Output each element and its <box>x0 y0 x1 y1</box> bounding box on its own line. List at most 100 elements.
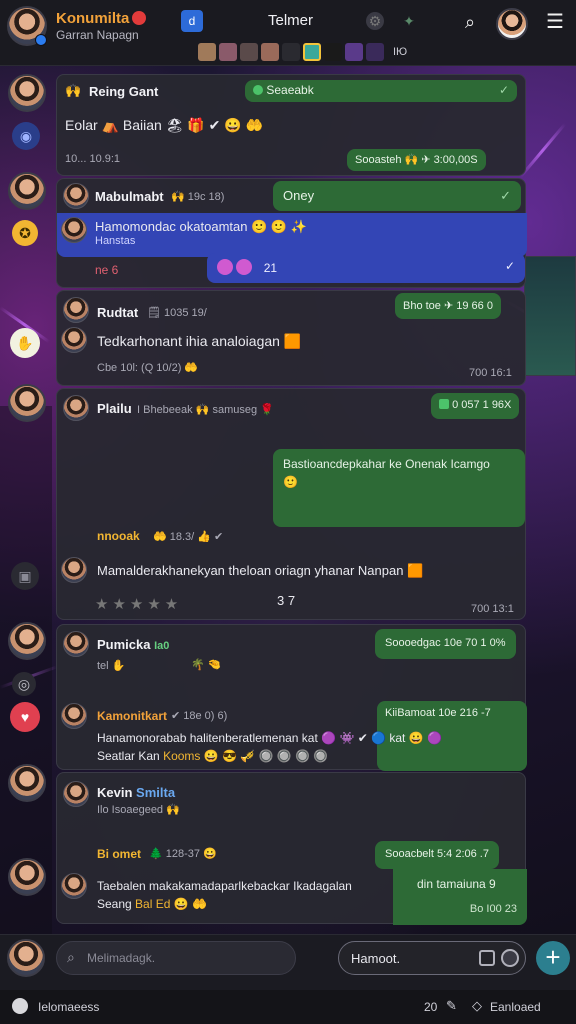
notification-badge-icon <box>132 11 147 25</box>
message-time: 700 16:1 <box>469 367 512 379</box>
reaction-bar[interactable]: 21 ✓ <box>207 253 525 283</box>
message-subtext: tel ✋ <box>97 660 126 672</box>
tag-dot-icon <box>253 85 263 95</box>
author-avatar <box>61 217 87 243</box>
message-emoji-line: 🌴 🤏 <box>191 659 222 671</box>
author-avatar <box>61 557 87 583</box>
search-placeholder: Melimadagk. <box>87 951 156 965</box>
app-subtitle: Garran Napagn <box>56 28 139 42</box>
add-button[interactable]: + <box>536 941 570 975</box>
message-text: Hanamonorabab halitenberatlemenan kat 🟣 … <box>97 731 442 745</box>
story-thumb[interactable] <box>303 43 321 61</box>
footer-label: Ielomaeess <box>38 1000 100 1014</box>
settings-icon[interactable]: ⚙ <box>366 12 384 30</box>
message-meta: 🗒 1035 19/ <box>147 307 207 319</box>
rail-image-icon[interactable]: ▣ <box>11 562 39 590</box>
sticker-icon[interactable] <box>501 949 519 967</box>
author-avatar <box>63 297 89 323</box>
stories-strip: IЮ <box>198 42 407 62</box>
message-card[interactable]: 🙌 Reing Gant Seaeabk ✓ Eolar ⛺ Baiian 🏖 … <box>56 74 526 176</box>
rail-heart-icon[interactable]: ♥ <box>10 702 40 732</box>
message-time: 10... 10.9:1 <box>65 153 121 165</box>
message-card[interactable]: Pumicka Ia0 tel ✋ 🌴 🤏 Soooedgac 10e 70 1… <box>56 624 527 771</box>
status-bubble: 0 057 1 96X <box>431 393 520 419</box>
check-icon: ✓ <box>500 188 511 203</box>
reply-bubble: Oney ✓ <box>273 181 521 211</box>
message-author: Plailu <box>97 401 132 416</box>
message-author: nnooak <box>97 529 140 543</box>
author-avatar <box>63 395 89 421</box>
message-meta: 🤲 18.3/ 👍 ✔ <box>153 531 224 543</box>
message-text: Seatlar Kan Kooms 😀 😎 🎺 🔘 🔘 🔘 🔘 <box>97 749 329 763</box>
composer-avatar[interactable] <box>7 939 45 977</box>
search-input[interactable]: ⌕ Melimadagk. <box>56 941 296 975</box>
message-input[interactable]: Hamoot. <box>338 941 526 975</box>
search-icon[interactable]: ⌕ <box>458 10 482 34</box>
message-card[interactable]: Rudtat 🗒 1035 19/ Bho toe ✈ 19 66 0 Tedk… <box>56 290 526 386</box>
diamond-icon: ◇ <box>472 998 482 1013</box>
story-thumb[interactable] <box>219 43 237 61</box>
rating-stars[interactable]: ★★★★★ <box>95 595 182 613</box>
rail-avatar[interactable] <box>8 858 46 896</box>
status-bubble: Sooacbelt 5:4 2:06 .7 <box>375 841 499 869</box>
app-icon <box>12 998 28 1014</box>
rail-badge-icon[interactable]: ◉ <box>12 122 40 150</box>
status-bubble: Sooasteh 🙌 ✈ 3:00,00S <box>347 149 486 171</box>
page-title: Telmer <box>268 12 314 29</box>
rail-avatar[interactable] <box>8 172 46 210</box>
pin-icon[interactable]: ✦ <box>400 12 418 30</box>
message-meta: 🙌 19c 18) <box>171 191 225 203</box>
menu-icon[interactable]: ☰ <box>544 12 566 34</box>
discord-icon[interactable]: d <box>181 10 203 32</box>
status-footer: Ielomaeess 20 ✎ ◇ Eanloaed <box>0 990 576 1024</box>
author-avatar <box>63 631 89 657</box>
reaction-icon: 🙌 <box>65 83 82 98</box>
check-icon: ✓ <box>504 259 515 273</box>
rail-circle-icon[interactable]: ◎ <box>12 672 36 696</box>
message-author: Rudtat <box>97 305 139 320</box>
footer-count: 20 <box>424 1000 438 1014</box>
message-author: Reing Gant <box>89 84 159 99</box>
reaction-icon <box>236 259 253 275</box>
rail-avatar[interactable] <box>8 764 46 802</box>
rail-avatar[interactable] <box>8 74 46 112</box>
story-thumb[interactable] <box>240 43 258 61</box>
message-author: Mabulmabt <box>95 189 164 204</box>
story-thumb[interactable] <box>366 43 384 61</box>
message-meta: Cbe 10l: (Q 10/2) 🤲 <box>97 362 199 374</box>
message-author: Pumicka Ia0 <box>97 637 170 652</box>
rail-hand-icon[interactable]: ✋ <box>10 328 40 358</box>
story-thumb[interactable] <box>282 43 300 61</box>
footer-right-label[interactable]: Eanloaed <box>490 1000 541 1014</box>
message-author: Bi omet <box>97 847 142 861</box>
top-header: Konumilta Garran Napagn d Telmer ⚙ ✦ ⌕ ☰… <box>0 0 576 66</box>
search-icon: ⌕ <box>67 949 75 965</box>
rail-avatar[interactable] <box>8 384 46 422</box>
message-author: Kamonitkart <box>97 709 168 723</box>
rail-star-icon[interactable]: ✪ <box>12 220 38 246</box>
author-avatar <box>63 781 89 807</box>
message-subtext: Ilo Isoaegeed 🙌 <box>97 804 180 816</box>
message-card[interactable]: Kevin Smilta Ilo Isoaegeed 🙌 Bi omet 🌲 1… <box>56 772 527 925</box>
story-thumb[interactable] <box>324 43 342 61</box>
story-thumb[interactable] <box>345 43 363 61</box>
author-avatar <box>61 873 87 899</box>
message-text: Hamomondac okatoamtan 🙂 🙂 ✨ <box>95 219 307 234</box>
user-avatar[interactable] <box>496 8 528 40</box>
check-icon: ✓ <box>498 83 509 97</box>
author-avatar <box>63 183 89 209</box>
chat-icon[interactable]: ✎ <box>446 998 457 1014</box>
status-bubble: Soooedgac 10e 70 1 0% <box>375 629 516 659</box>
rail-avatar[interactable] <box>8 622 46 660</box>
tag-badge: Seaeabk ✓ <box>245 80 517 102</box>
message-card[interactable]: Plailu I Bhebeeak 🙌 samuseg 🌹 0 057 1 96… <box>56 388 526 620</box>
author-avatar <box>61 703 87 729</box>
composer-bar: ⌕ Melimadagk. Hamoot. + <box>0 934 576 990</box>
message-card[interactable]: Mabulmabt 🙌 19c 18) Oney ✓ Hamomondac ok… <box>56 178 527 288</box>
story-thumb[interactable] <box>198 43 216 61</box>
message-tag: ne 6 <box>95 263 119 277</box>
attach-image-icon[interactable] <box>479 950 495 966</box>
story-thumb[interactable] <box>261 43 279 61</box>
status-bubble: Bho toe ✈ 19 66 0 <box>395 293 501 319</box>
message-text: Seang Bal Ed 😀 🤲 <box>97 897 207 911</box>
